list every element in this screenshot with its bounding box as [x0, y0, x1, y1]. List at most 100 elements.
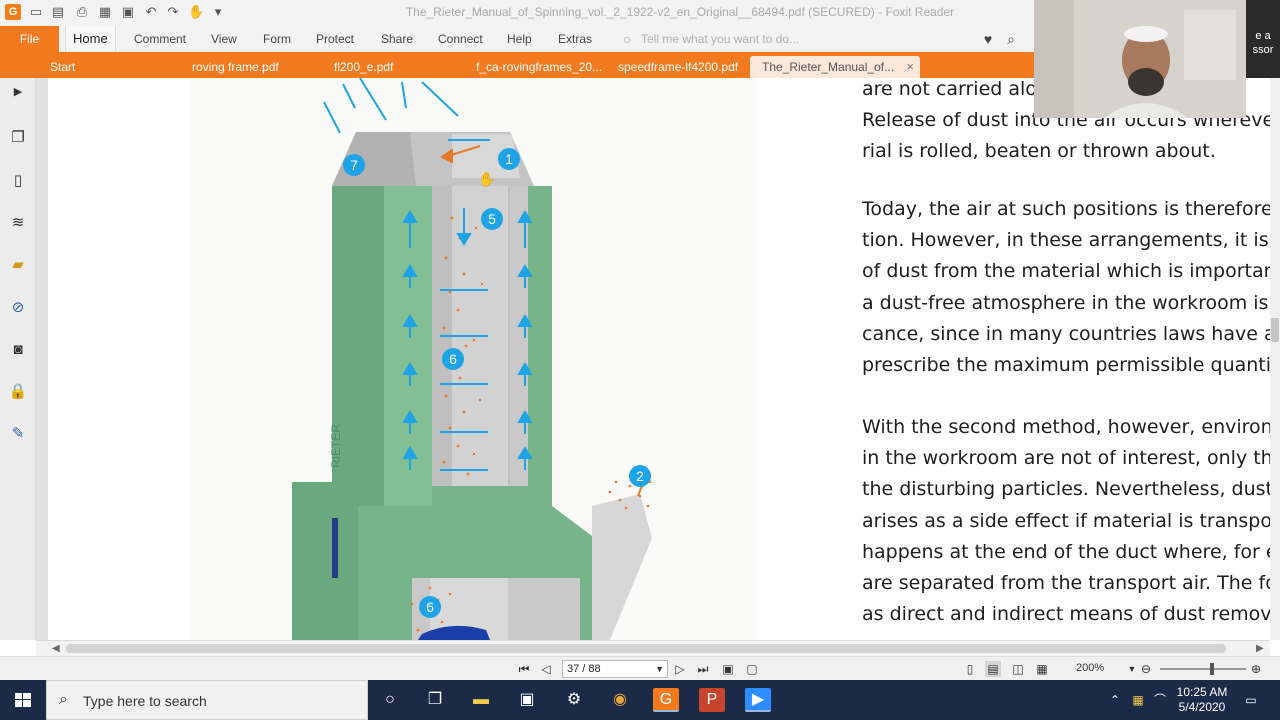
cortana-icon[interactable]: ○ — [377, 688, 403, 712]
foxit-reader-taskbar-icon[interactable]: G — [653, 688, 679, 712]
tab-ca-rovingframes[interactable]: f_ca-rovingframes_20... — [464, 56, 604, 78]
tab-rieter-manual[interactable]: The_Rieter_Manual_of... × — [750, 56, 920, 78]
powerpoint-icon[interactable]: P — [699, 688, 725, 712]
redo-icon[interactable]: ↷ — [165, 4, 181, 20]
tab-roving-frame[interactable]: roving frame.pdf — [180, 56, 322, 78]
page-gutter — [36, 78, 48, 640]
system-clock[interactable]: 10:25 AM 5/4/2020 — [1170, 685, 1234, 715]
page-indicator: 37 / 88 — [567, 663, 601, 675]
tools-icon[interactable]: ✎ — [8, 424, 28, 444]
show-hidden-icons-icon[interactable]: ⌃ — [1107, 692, 1123, 708]
scroll-right-icon[interactable]: ▶ — [1256, 641, 1264, 656]
tray-app-icon[interactable]: ▦ — [1130, 692, 1146, 708]
tab-view[interactable]: View — [211, 26, 237, 52]
callout-1: 1 — [498, 148, 520, 170]
page-thumbnail-icon[interactable]: ▯ — [8, 171, 28, 191]
machine-brand-label: RIETER — [329, 424, 343, 468]
navigation-sidebar: ▶ ❐ ▯ ≋ ▰ ⊘ ◙ 🔒 ✎ — [0, 78, 36, 640]
facing-page-icon[interactable]: ◫ — [1010, 661, 1026, 677]
store-icon[interactable]: ▣ — [514, 688, 540, 712]
webcam-overlay-text-1: e a — [1255, 30, 1271, 42]
settings-gear-icon[interactable]: ⚙ — [561, 688, 587, 712]
horizontal-scroll-thumb[interactable] — [66, 644, 1226, 653]
next-page-icon[interactable]: ▷ — [672, 661, 688, 677]
clipboard-icon[interactable]: ▣ — [120, 4, 136, 20]
horizontal-scrollbar[interactable]: ◀ ▶ — [36, 640, 1270, 656]
tab-home[interactable]: Home — [65, 26, 116, 52]
window-title: The_Rieter_Manual_of_Spinning_vol._2_192… — [405, 5, 955, 19]
chrome-icon[interactable]: ◉ — [607, 688, 633, 712]
undo-icon[interactable]: ↶ — [143, 4, 159, 20]
tab-comment[interactable]: Comment — [134, 26, 186, 52]
open-folder-icon[interactable]: ▭ — [28, 4, 44, 20]
svg-text:7: 7 — [350, 157, 358, 173]
hand-cursor-icon: ✋ — [478, 171, 495, 187]
tab-connect[interactable]: Connect — [438, 26, 483, 52]
paragraph-3: With the second method, however, environ… — [862, 416, 1270, 626]
lower-housing-left — [292, 482, 358, 640]
file-explorer-icon[interactable]: ▬ — [468, 688, 494, 712]
wifi-icon[interactable]: ⌒ — [1152, 692, 1168, 708]
tab-protect[interactable]: Protect — [316, 26, 354, 52]
continuous-page-icon[interactable]: ▤ — [985, 661, 1001, 677]
expand-panel-icon[interactable]: ▶ — [8, 82, 28, 102]
pages-panel-icon[interactable]: ❐ — [8, 128, 28, 148]
print-icon[interactable]: ⎙ — [74, 4, 90, 20]
single-page-icon[interactable]: ▯ — [962, 661, 978, 677]
tab-fl200[interactable]: fl200_e.pdf — [322, 56, 460, 78]
attachment-icon[interactable]: ⊘ — [8, 298, 28, 318]
previous-view-icon[interactable]: ▣ — [720, 661, 736, 677]
save-icon[interactable]: ▤ — [50, 4, 66, 20]
zoom-slider-thumb[interactable] — [1210, 663, 1214, 675]
callout-5: 5 — [481, 208, 503, 230]
svg-text:5: 5 — [488, 211, 496, 227]
document-view[interactable]: RIETER 7 1 5 6 2 6 ✋ are not carried alo… — [36, 78, 1270, 640]
previous-page-icon[interactable]: ◁ — [538, 661, 554, 677]
zoom-in-icon[interactable]: ⊕ — [1248, 661, 1264, 677]
customize-quick-access-icon[interactable]: ▾ — [210, 4, 226, 20]
zoom-level[interactable]: 200% — [1076, 662, 1104, 674]
vertical-scrollbar[interactable] — [1270, 78, 1280, 640]
hand-tool-icon[interactable]: ✋ — [188, 4, 204, 20]
task-view-icon[interactable]: ❐ — [422, 688, 448, 712]
zoom-out-icon[interactable]: ⊖ — [1138, 661, 1154, 677]
status-bar: ⏮ ◁ 37 / 88 ▼ ▷ ⏭ ▣ ▢ ▯ ▤ ◫ ▦ 200% ▼ ⊖ ⊕ — [0, 656, 1280, 680]
zoom-app-icon[interactable]: ▶ — [745, 688, 771, 712]
scroll-left-icon[interactable]: ◀ — [52, 641, 60, 656]
continuous-facing-icon[interactable]: ▦ — [1034, 661, 1050, 677]
lightbulb-icon: ○ — [622, 31, 632, 47]
page-dropdown-icon[interactable]: ▼ — [655, 661, 664, 677]
tell-me-search[interactable]: Tell me what you want to do... — [641, 26, 799, 52]
svg-text:1: 1 — [505, 151, 513, 167]
taskbar-search-placeholder: Type here to search — [83, 693, 207, 709]
heart-icon[interactable]: ♥ — [979, 30, 997, 48]
webcam-video-overlay — [1034, 0, 1246, 118]
tab-start[interactable]: Start — [38, 56, 168, 78]
vertical-scroll-thumb[interactable] — [1271, 318, 1279, 342]
next-view-icon[interactable]: ▢ — [744, 661, 760, 677]
file-menu-button[interactable]: File — [0, 26, 59, 52]
signature-icon[interactable]: ◙ — [8, 340, 28, 360]
start-button[interactable] — [0, 680, 46, 720]
zoom-slider[interactable] — [1160, 668, 1246, 670]
tab-extras[interactable]: Extras — [558, 26, 592, 52]
tab-speedframe[interactable]: speedframe-lf4200.pdf — [606, 56, 746, 78]
svg-text:6: 6 — [449, 351, 457, 367]
taskbar-search-box[interactable]: ⌕ Type here to search — [46, 680, 368, 720]
security-lock-icon[interactable]: 🔒 — [8, 382, 28, 402]
scan-icon[interactable]: ▦ — [97, 4, 113, 20]
first-page-icon[interactable]: ⏮ — [516, 661, 532, 677]
webcam-overlay-text-2: ssor — [1252, 44, 1274, 56]
tab-share[interactable]: Share — [381, 26, 413, 52]
clock-time: 10:25 AM — [1176, 685, 1228, 699]
tab-form[interactable]: Form — [263, 26, 291, 52]
page-number-input[interactable]: 37 / 88 ▼ — [562, 660, 668, 678]
close-tab-icon[interactable]: × — [906, 56, 914, 78]
layers-icon[interactable]: ≋ — [8, 213, 28, 233]
comments-icon[interactable]: ▰ — [8, 255, 28, 275]
callout-7: 7 — [343, 154, 365, 176]
last-page-icon[interactable]: ⏭ — [695, 661, 711, 677]
find-icon[interactable]: ⌕ — [1002, 30, 1020, 48]
tab-help[interactable]: Help — [507, 26, 532, 52]
notifications-icon[interactable]: ▭ — [1243, 692, 1259, 708]
